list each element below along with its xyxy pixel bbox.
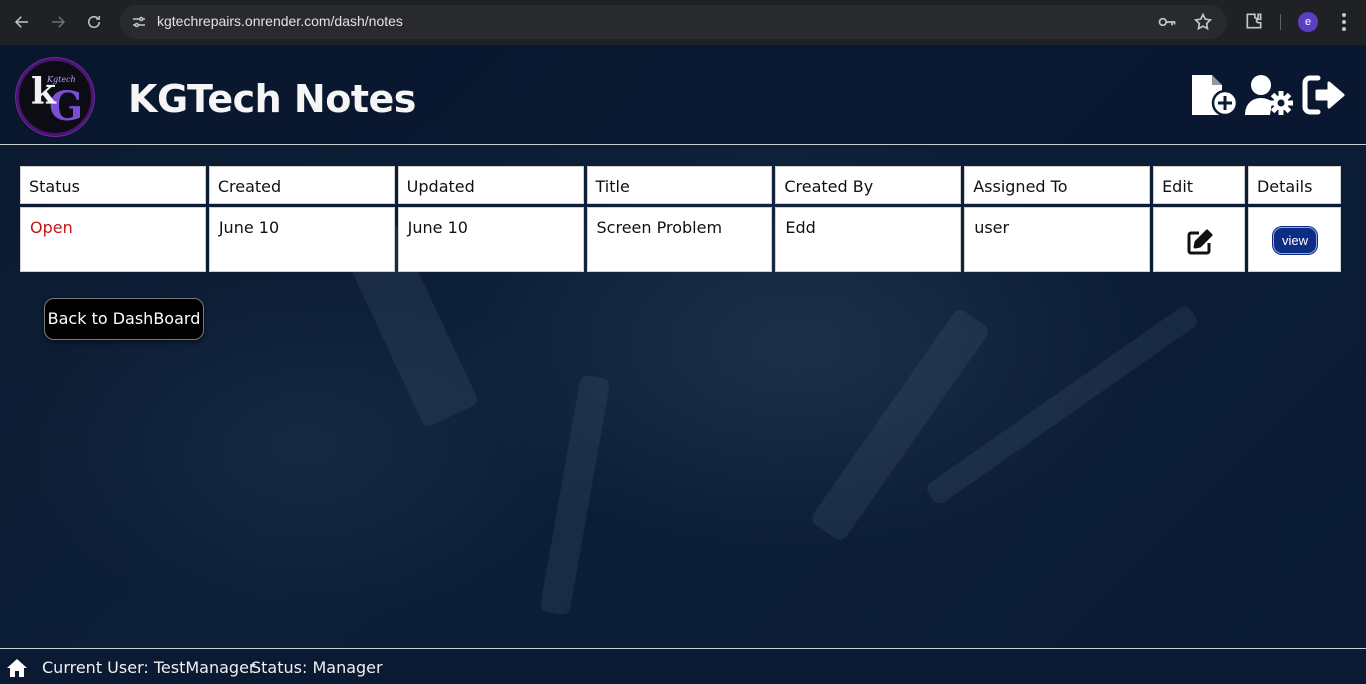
edit-cell xyxy=(1153,207,1245,272)
menu-icon[interactable] xyxy=(1334,11,1354,33)
column-header-details: Details xyxy=(1247,166,1341,204)
home-icon[interactable] xyxy=(7,658,27,678)
toolbar-divider xyxy=(1280,14,1281,30)
notes-table: Status Created Updated Title Created By … xyxy=(17,163,1344,275)
new-note-icon[interactable] xyxy=(1188,74,1239,118)
user-status-text: Status: Manager xyxy=(251,658,383,677)
table-header-row: Status Created Updated Title Created By … xyxy=(20,166,1341,204)
current-user-text: Current User: TestManager xyxy=(42,658,256,677)
column-header-title: Title xyxy=(586,166,773,204)
site-settings-icon[interactable] xyxy=(130,13,148,31)
column-header-status: Status xyxy=(20,166,206,204)
details-cell: view xyxy=(1247,207,1341,272)
app-header: G k Kgtech KGTech Notes xyxy=(0,45,1366,145)
profile-avatar[interactable]: e xyxy=(1298,12,1318,32)
reload-icon[interactable] xyxy=(82,10,106,34)
table-row: Open June 10 June 10 Screen Problem Edd … xyxy=(20,207,1341,272)
app-footer: Current User: TestManager Status: Manage… xyxy=(0,648,1366,684)
created-by-cell: Edd xyxy=(775,207,962,272)
created-cell: June 10 xyxy=(208,207,395,272)
back-to-dashboard-button[interactable]: Back to DashBoard xyxy=(44,298,204,340)
user-settings-icon[interactable] xyxy=(1244,74,1294,118)
column-header-edit: Edit xyxy=(1153,166,1245,204)
browser-toolbar: kgtechrepairs.onrender.com/dash/notes e xyxy=(0,0,1366,45)
status-badge: Open xyxy=(30,218,73,237)
extensions-icon[interactable] xyxy=(1244,11,1264,31)
status-cell: Open xyxy=(20,207,206,272)
edit-icon[interactable] xyxy=(1186,228,1214,256)
column-header-created-by: Created By xyxy=(775,166,962,204)
updated-cell: June 10 xyxy=(397,207,584,272)
address-bar[interactable]: kgtechrepairs.onrender.com/dash/notes xyxy=(120,5,1227,39)
page-title: KGTech Notes xyxy=(128,77,416,121)
column-header-created: Created xyxy=(208,166,395,204)
kgtech-logo[interactable]: G k Kgtech xyxy=(16,58,94,136)
url-text[interactable]: kgtechrepairs.onrender.com/dash/notes xyxy=(157,13,403,29)
title-cell: Screen Problem xyxy=(586,207,773,272)
logout-icon[interactable] xyxy=(1302,74,1352,118)
column-header-updated: Updated xyxy=(397,166,584,204)
view-button[interactable]: view xyxy=(1272,227,1317,254)
key-icon[interactable] xyxy=(1157,13,1177,31)
assigned-to-cell: user xyxy=(964,207,1151,272)
logo-tagline: Kgtech xyxy=(47,75,76,84)
forward-arrow-icon[interactable] xyxy=(46,10,70,34)
column-header-assigned-to: Assigned To xyxy=(964,166,1151,204)
star-icon[interactable] xyxy=(1193,12,1213,32)
back-arrow-icon[interactable] xyxy=(10,10,34,34)
